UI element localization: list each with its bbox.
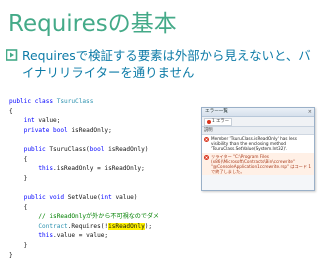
code-token — [9, 146, 24, 153]
code-line: } — [9, 174, 159, 184]
error-icon — [204, 137, 209, 142]
errors-filter-button[interactable]: 1 エラー — [204, 118, 232, 126]
code-line — [9, 183, 159, 193]
bullet-text: Requiresで検証する要素は外部から見えないと、バイナリリライターを通りませ… — [22, 47, 312, 81]
error-row[interactable]: Member 'TsuruClass.isReadOnly' has less … — [202, 135, 314, 153]
slide-title: Requiresの基本 — [8, 4, 177, 38]
code-line: { — [9, 155, 159, 165]
code-token: isReadOnly) — [108, 146, 148, 153]
code-line: // isReadOnlyが外から不可視なのでダメ — [9, 212, 159, 222]
code-token: // isReadOnlyが外から不可視なのでダメ — [38, 213, 159, 220]
code-token — [9, 194, 24, 201]
code-line: private bool isReadOnly; — [9, 126, 159, 136]
code-line: public class TsuruClass — [9, 97, 159, 107]
error-row-text: Member 'TsuruClass.isReadOnly' has less … — [211, 136, 297, 151]
code-line — [9, 135, 159, 145]
code-token — [9, 223, 38, 230]
code-token: .value = value; — [53, 232, 108, 239]
code-line: } — [9, 251, 159, 260]
code-token: { — [9, 156, 27, 163]
code-token: TsuruClass — [57, 98, 94, 105]
code-block: public class TsuruClass{ int value; priv… — [9, 97, 159, 260]
code-token: this — [38, 165, 53, 172]
error-row-text: リライター "C:\Program Files (x86)\Microsoft\… — [211, 154, 311, 175]
code-token: public — [24, 194, 50, 201]
code-token: .Requires(! — [68, 223, 108, 230]
code-token: SetValue( — [68, 194, 101, 201]
close-icon[interactable]: × — [308, 108, 312, 116]
code-token: int — [24, 117, 39, 124]
error-row[interactable]: リライター "C:\Program Files (x86)\Microsoft\… — [202, 153, 314, 176]
code-token: { — [9, 204, 27, 211]
code-token — [9, 213, 38, 220]
error-icon — [207, 120, 211, 124]
code-token: TsuruClass( — [49, 146, 89, 153]
code-line: { — [9, 203, 159, 213]
code-token — [9, 232, 38, 239]
code-line: } — [9, 241, 159, 251]
code-line: this.value = value; — [9, 231, 159, 241]
error-list-header: エラー一覧 × — [202, 108, 314, 117]
code-token: } — [9, 252, 13, 259]
code-token: } — [9, 242, 27, 249]
code-line: Contract.Requires(!isReadOnly); — [9, 222, 159, 232]
bullet-arrow-icon — [6, 49, 18, 61]
code-line: this.isReadOnly = isReadOnly; — [9, 164, 159, 174]
code-line: public void SetValue(int value) — [9, 193, 159, 203]
code-token: ); — [145, 223, 152, 230]
code-token: isReadOnly; — [71, 127, 111, 134]
error-list-toolbar: 1 エラー — [202, 117, 314, 127]
code-token: Contract — [38, 223, 67, 230]
code-token: private — [24, 127, 53, 134]
code-line: int value; — [9, 116, 159, 126]
code-token: public — [9, 98, 35, 105]
errors-filter-label: 1 エラー — [212, 119, 229, 125]
bullet-item: Requiresで検証する要素は外部から見えないと、バイナリリライターを通りませ… — [6, 47, 312, 81]
code-token: .isReadOnly = isReadOnly; — [53, 165, 145, 172]
code-line: { — [9, 107, 159, 117]
code-token: isReadOnly — [108, 223, 145, 230]
code-token: int — [101, 194, 116, 201]
error-icon — [204, 155, 209, 160]
column-header-description[interactable]: 説明 — [202, 127, 314, 135]
code-token: value; — [38, 117, 60, 124]
code-token: void — [49, 194, 67, 201]
code-token: bool — [53, 127, 71, 134]
code-token: value) — [115, 194, 137, 201]
code-token: bool — [90, 146, 108, 153]
code-token: } — [9, 175, 27, 182]
code-line: public TsuruClass(bool isReadOnly) — [9, 145, 159, 155]
error-list-title: エラー一覧 — [205, 109, 228, 114]
code-token: public — [24, 146, 50, 153]
code-token: class — [35, 98, 57, 105]
code-token — [9, 127, 24, 134]
code-token: { — [9, 108, 13, 115]
code-token — [9, 165, 38, 172]
code-token — [9, 117, 24, 124]
code-token: this — [38, 232, 53, 239]
error-list-panel: エラー一覧 × 1 エラー 説明 Member 'TsuruClass.isRe… — [201, 107, 315, 191]
